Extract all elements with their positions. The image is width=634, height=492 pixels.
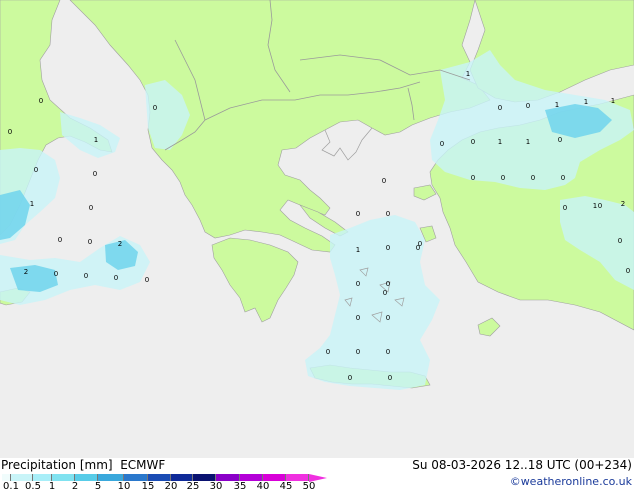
cell-value-label: 1 — [526, 138, 530, 146]
valid-time: Su 08-03-2026 12..18 UTC (00+234) — [412, 458, 632, 472]
legend-swatch — [33, 474, 52, 481]
cell-value-label: 0 — [531, 174, 535, 182]
legend-tick-label: 0.1 — [3, 481, 19, 492]
cell-value-label: 0 — [34, 166, 38, 174]
legend-tick-label: 35 — [233, 481, 247, 492]
credit-link[interactable]: ©weatheronline.co.uk — [510, 475, 632, 488]
cell-value-label: 1 — [555, 101, 559, 109]
legend-tick-label: 45 — [279, 481, 293, 492]
cell-value-label: 0 — [8, 128, 12, 136]
cell-value-label: 0 — [39, 97, 43, 105]
cell-value-label: 1 — [30, 200, 34, 208]
legend-tick-label: 50 — [302, 481, 316, 492]
cell-value-label: 0 — [618, 237, 622, 245]
cell-value-label: 1 — [593, 202, 597, 210]
cell-value-label: 0 — [388, 374, 392, 382]
legend-swatch — [263, 474, 286, 481]
cell-value-label: 1 — [94, 136, 98, 144]
cell-value-label: 1 — [356, 246, 360, 254]
legend-swatch — [286, 474, 309, 481]
cell-value-label: 1 — [466, 70, 470, 78]
legend-tick-label: 20 — [164, 481, 178, 492]
cell-value-label: 0 — [471, 138, 475, 146]
cell-value-label: 0 — [326, 348, 330, 356]
cell-value-label: 1 — [584, 98, 588, 106]
cell-value-label: 0 — [93, 170, 97, 178]
cell-value-label: 0 — [356, 314, 360, 322]
cell-value-label: 2 — [621, 200, 625, 208]
legend-tick-label: 30 — [209, 481, 223, 492]
legend-tick-label: 40 — [256, 481, 270, 492]
cell-value-label: 0 — [501, 174, 505, 182]
cell-value-label: 1 — [498, 138, 502, 146]
legend-swatch — [2, 474, 11, 481]
cell-value-label: 0 — [386, 210, 390, 218]
cell-value-label: 0 — [386, 348, 390, 356]
cell-value-label: 0 — [88, 238, 92, 246]
cell-value-label: 0 — [386, 280, 390, 288]
cell-value-label: 0 — [382, 177, 386, 185]
legend-swatch — [11, 474, 33, 481]
legend-swatch — [98, 474, 124, 481]
legend-tick-label: 15 — [141, 481, 155, 492]
legend-swatch — [75, 474, 98, 481]
legend-tick-label: 1 — [48, 481, 56, 492]
cell-value-label: 0 — [58, 236, 62, 244]
legend-swatch — [124, 474, 148, 481]
legend-tick-label: 25 — [186, 481, 200, 492]
precipitation-map: 1 0 0 1 2 1 0 0 0 0 0 1 1 1 1 0 0 0 0 0 0 0 0 1 0 0 1 2 2 0 0 0 0 0 0 1 0 0 0 0… — [0, 0, 634, 467]
cell-value-label: 0 — [84, 272, 88, 280]
cell-value-label: 2 — [24, 268, 28, 276]
legend-swatch — [148, 474, 171, 481]
cell-value-label: 2 — [118, 240, 122, 248]
cell-value-label: 0 — [471, 174, 475, 182]
cell-value-label: 0 — [558, 136, 562, 144]
cell-value-label: 0 — [386, 314, 390, 322]
precipitation-legend-scale: 0.1 0.5 1 2 5 10 15 20 25 30 35 40 45 50 — [0, 473, 330, 492]
legend-swatch — [240, 474, 263, 481]
cell-value-label: 0 — [440, 140, 444, 148]
legend-tick-label: 0.5 — [25, 481, 41, 492]
legend-swatch — [193, 474, 216, 481]
legend-swatch — [171, 474, 193, 481]
cell-value-label: 0 — [598, 202, 602, 210]
cell-value-label: 0 — [356, 348, 360, 356]
legend-tick-label: 5 — [94, 481, 102, 492]
map-footer: Precipitation [mm] ECMWF Su 08-03-2026 1… — [0, 458, 634, 492]
map-title: Precipitation [mm] ECMWF — [1, 458, 166, 472]
legend-swatch — [216, 474, 240, 481]
legend-tick-label: 10 — [117, 481, 131, 492]
cell-value-label: 0 — [145, 276, 149, 284]
cell-value-label: 0 — [89, 204, 93, 212]
cell-value-label: 1 — [611, 97, 615, 105]
cell-value-label: 0 — [418, 240, 422, 248]
cell-value-label: 0 — [626, 267, 630, 275]
legend-tick-label: 2 — [71, 481, 79, 492]
cell-value-label: 0 — [498, 104, 502, 112]
cell-value-label: 0 — [356, 210, 360, 218]
cell-value-label: 0 — [386, 244, 390, 252]
cell-value-label: 0 — [153, 104, 157, 112]
cell-value-label: 0 — [348, 374, 352, 382]
cell-value-label: 0 — [526, 102, 530, 110]
cell-value-label: 0 — [561, 174, 565, 182]
cell-value-label: 0 — [563, 204, 567, 212]
cell-value-label: 0 — [114, 274, 118, 282]
cell-value-label: 0 — [54, 270, 58, 278]
cell-value-label: 0 — [356, 280, 360, 288]
cell-value-label: 0 — [383, 289, 387, 297]
legend-swatch — [52, 474, 75, 481]
